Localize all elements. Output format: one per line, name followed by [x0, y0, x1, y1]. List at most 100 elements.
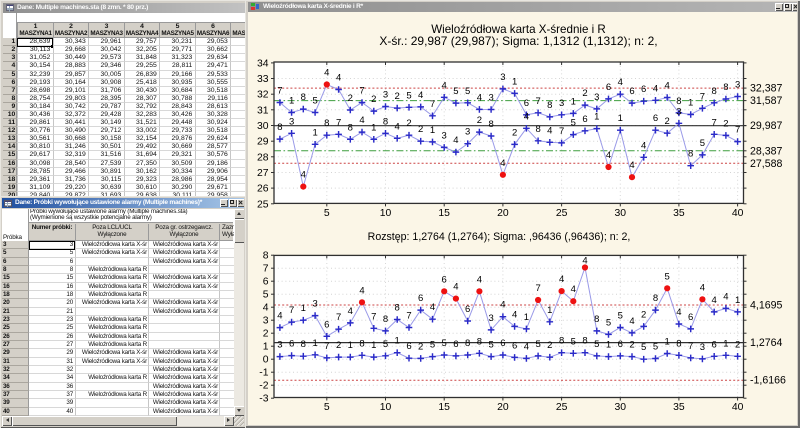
svg-text:4: 4	[524, 111, 529, 122]
svg-text:2: 2	[512, 127, 517, 138]
svg-text:6: 6	[418, 293, 423, 304]
svg-text:7: 7	[559, 126, 564, 137]
svg-text:8: 8	[547, 100, 552, 111]
svg-text:8: 8	[712, 86, 717, 97]
svg-text:3: 3	[594, 92, 599, 103]
svg-text:6: 6	[606, 82, 611, 93]
svg-text:0: 0	[263, 355, 269, 366]
svg-text:4: 4	[477, 274, 482, 285]
svg-text:3: 3	[488, 93, 493, 104]
svg-text:2: 2	[336, 340, 341, 351]
svg-text:4: 4	[641, 140, 646, 151]
svg-text:8: 8	[477, 336, 482, 347]
svg-text:6: 6	[641, 84, 646, 95]
svg-text:3: 3	[559, 98, 564, 109]
svg-text:25: 25	[556, 402, 568, 413]
svg-text:4: 4	[629, 316, 634, 327]
svg-text:6: 6	[500, 338, 505, 349]
svg-text:8: 8	[488, 119, 493, 130]
svg-text:5: 5	[653, 342, 658, 353]
svg-text:4: 4	[571, 284, 576, 295]
svg-text:1: 1	[430, 125, 435, 136]
svg-text:1: 1	[301, 303, 306, 314]
svg-text:4: 4	[395, 121, 400, 132]
svg-text:5: 5	[571, 118, 576, 129]
svg-text:15: 15	[438, 208, 450, 219]
svg-text:1: 1	[289, 96, 294, 107]
svg-text:5: 5	[700, 138, 705, 149]
svg-text:1: 1	[371, 340, 376, 351]
svg-text:2: 2	[418, 124, 423, 135]
svg-text:2: 2	[547, 340, 552, 351]
svg-text:7: 7	[688, 341, 693, 352]
svg-text:8: 8	[348, 122, 353, 133]
svg-text:1: 1	[594, 112, 599, 123]
svg-text:8: 8	[277, 122, 282, 133]
svg-text:6: 6	[512, 340, 517, 351]
svg-text:7: 7	[700, 91, 705, 102]
svg-text:4: 4	[500, 158, 505, 169]
svg-text:-1,6166: -1,6166	[750, 375, 786, 387]
svg-text:4: 4	[442, 80, 447, 91]
svg-text:6: 6	[263, 277, 269, 288]
svg-text:4: 4	[512, 309, 517, 320]
svg-text:15: 15	[438, 402, 450, 413]
svg-text:27,588: 27,588	[750, 158, 783, 170]
svg-text:29: 29	[257, 137, 269, 148]
svg-text:4: 4	[700, 282, 705, 293]
svg-text:7: 7	[336, 117, 341, 128]
svg-text:2: 2	[641, 309, 646, 320]
svg-text:8: 8	[383, 116, 388, 127]
svg-text:4: 4	[453, 135, 458, 146]
svg-text:7: 7	[371, 311, 376, 322]
svg-text:1: 1	[348, 340, 353, 351]
svg-text:4: 4	[348, 306, 353, 317]
svg-text:26: 26	[257, 184, 269, 195]
svg-text:3: 3	[465, 127, 470, 138]
svg-text:2: 2	[665, 116, 670, 127]
svg-text:7: 7	[535, 283, 540, 294]
svg-text:35: 35	[673, 208, 685, 219]
svg-text:2: 2	[477, 115, 482, 126]
svg-text:25: 25	[257, 199, 269, 210]
svg-text:3: 3	[277, 340, 282, 351]
svg-text:4: 4	[418, 90, 423, 101]
svg-text:1: 1	[547, 305, 552, 316]
svg-text:7: 7	[712, 117, 717, 128]
svg-text:5: 5	[535, 339, 540, 350]
svg-text:8: 8	[582, 336, 587, 347]
svg-text:4: 4	[453, 282, 458, 293]
svg-text:6: 6	[442, 274, 447, 285]
svg-text:28: 28	[257, 152, 269, 163]
svg-text:5: 5	[571, 336, 576, 347]
svg-text:34: 34	[257, 58, 269, 69]
svg-text:8: 8	[324, 118, 329, 129]
svg-text:8: 8	[653, 293, 658, 304]
svg-text:2: 2	[406, 118, 411, 129]
svg-text:4: 4	[618, 77, 623, 88]
svg-text:5: 5	[465, 86, 470, 97]
svg-text:4: 4	[430, 302, 435, 313]
svg-text:8: 8	[723, 82, 728, 93]
svg-text:4: 4	[665, 81, 670, 92]
svg-text:7: 7	[430, 99, 435, 110]
svg-text:1: 1	[371, 122, 376, 133]
svg-text:1: 1	[606, 340, 611, 351]
svg-text:8: 8	[688, 149, 693, 160]
svg-text:8: 8	[676, 338, 681, 349]
svg-text:4: 4	[629, 160, 634, 171]
svg-text:6: 6	[453, 339, 458, 350]
svg-text:2: 2	[418, 341, 423, 352]
svg-text:4: 4	[653, 83, 658, 94]
svg-text:7: 7	[324, 341, 329, 352]
svg-text:3: 3	[488, 313, 493, 324]
svg-text:3: 3	[676, 106, 681, 117]
svg-text:40: 40	[732, 402, 744, 413]
svg-text:1: 1	[688, 98, 693, 109]
svg-text:4: 4	[582, 255, 587, 266]
svg-text:2: 2	[263, 329, 269, 340]
svg-text:4: 4	[263, 303, 269, 314]
svg-text:5: 5	[594, 339, 599, 350]
svg-text:5: 5	[324, 208, 330, 219]
svg-text:-1: -1	[259, 368, 268, 379]
